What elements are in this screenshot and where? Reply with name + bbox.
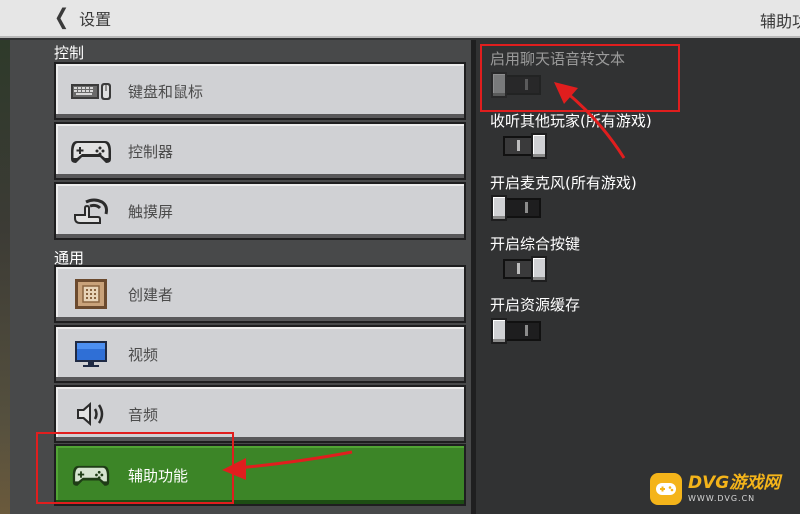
- speaker-icon: [68, 396, 114, 432]
- sidebar-item-label: 视频: [128, 345, 159, 364]
- toggle-listen-other-players[interactable]: [497, 133, 549, 159]
- sidebar-item-audio[interactable]: 音频: [54, 385, 466, 443]
- sidebar-item-creator[interactable]: 创建者: [54, 265, 466, 323]
- option-label-microphone: 开启麦克风(所有游戏): [490, 174, 637, 192]
- section-label-controls: 控制: [54, 44, 85, 62]
- sidebar-item-video[interactable]: 视频: [54, 325, 466, 383]
- sidebar-item-accessibility[interactable]: 辅助功能: [54, 444, 466, 506]
- option-label-combined-keys: 开启综合按键: [490, 235, 581, 253]
- chevron-left-icon: ❮: [54, 4, 70, 31]
- watermark-brand: DVG游戏网: [688, 473, 781, 493]
- page-title: 辅助功: [759, 12, 800, 31]
- watermark-logo-icon: [650, 473, 682, 505]
- gamepad-icon: [68, 457, 114, 493]
- annotation-arrowhead: [554, 82, 578, 104]
- panel-divider: [471, 40, 476, 514]
- watermark: DVG游戏网 WWW.DVG.CN: [650, 466, 800, 512]
- gamepad-icon: [68, 133, 114, 169]
- touch-hand-icon: [68, 193, 114, 229]
- creator-icon: [68, 276, 114, 312]
- toggle-chat-speech-to-text[interactable]: [491, 72, 543, 98]
- back-label: 设置: [79, 10, 112, 29]
- sidebar-item-label: 控制器: [128, 142, 174, 161]
- sidebar-item-touchscreen[interactable]: 触摸屏: [54, 182, 466, 240]
- option-label-resource-cache: 开启资源缓存: [490, 296, 581, 314]
- option-label-listen-other-players: 收听其他玩家(所有游戏): [490, 112, 652, 130]
- top-bar: ❮ 设置 辅助功: [0, 0, 800, 38]
- keyboard-mouse-icon: [68, 73, 114, 109]
- background-scene-edge: [0, 40, 10, 514]
- back-button[interactable]: ❮ 设置: [54, 6, 111, 30]
- sidebar-item-label: 触摸屏: [128, 202, 174, 221]
- monitor-icon: [68, 336, 114, 372]
- sidebar-item-controller[interactable]: 控制器: [54, 122, 466, 180]
- watermark-url: WWW.DVG.CN: [688, 494, 756, 503]
- toggle-combined-keys[interactable]: [497, 256, 549, 282]
- sidebar-item-label: 键盘和鼠标: [128, 82, 204, 101]
- toggle-microphone[interactable]: [491, 195, 543, 221]
- sidebar-item-label: 创建者: [128, 285, 174, 304]
- sidebar-item-keyboard-mouse[interactable]: 键盘和鼠标: [54, 62, 466, 120]
- sidebar-item-label: 音频: [128, 405, 159, 424]
- toggle-resource-cache[interactable]: [491, 318, 543, 344]
- option-label-chat-speech-to-text: 启用聊天语音转文本: [490, 50, 626, 68]
- sidebar-item-label: 辅助功能: [128, 466, 189, 485]
